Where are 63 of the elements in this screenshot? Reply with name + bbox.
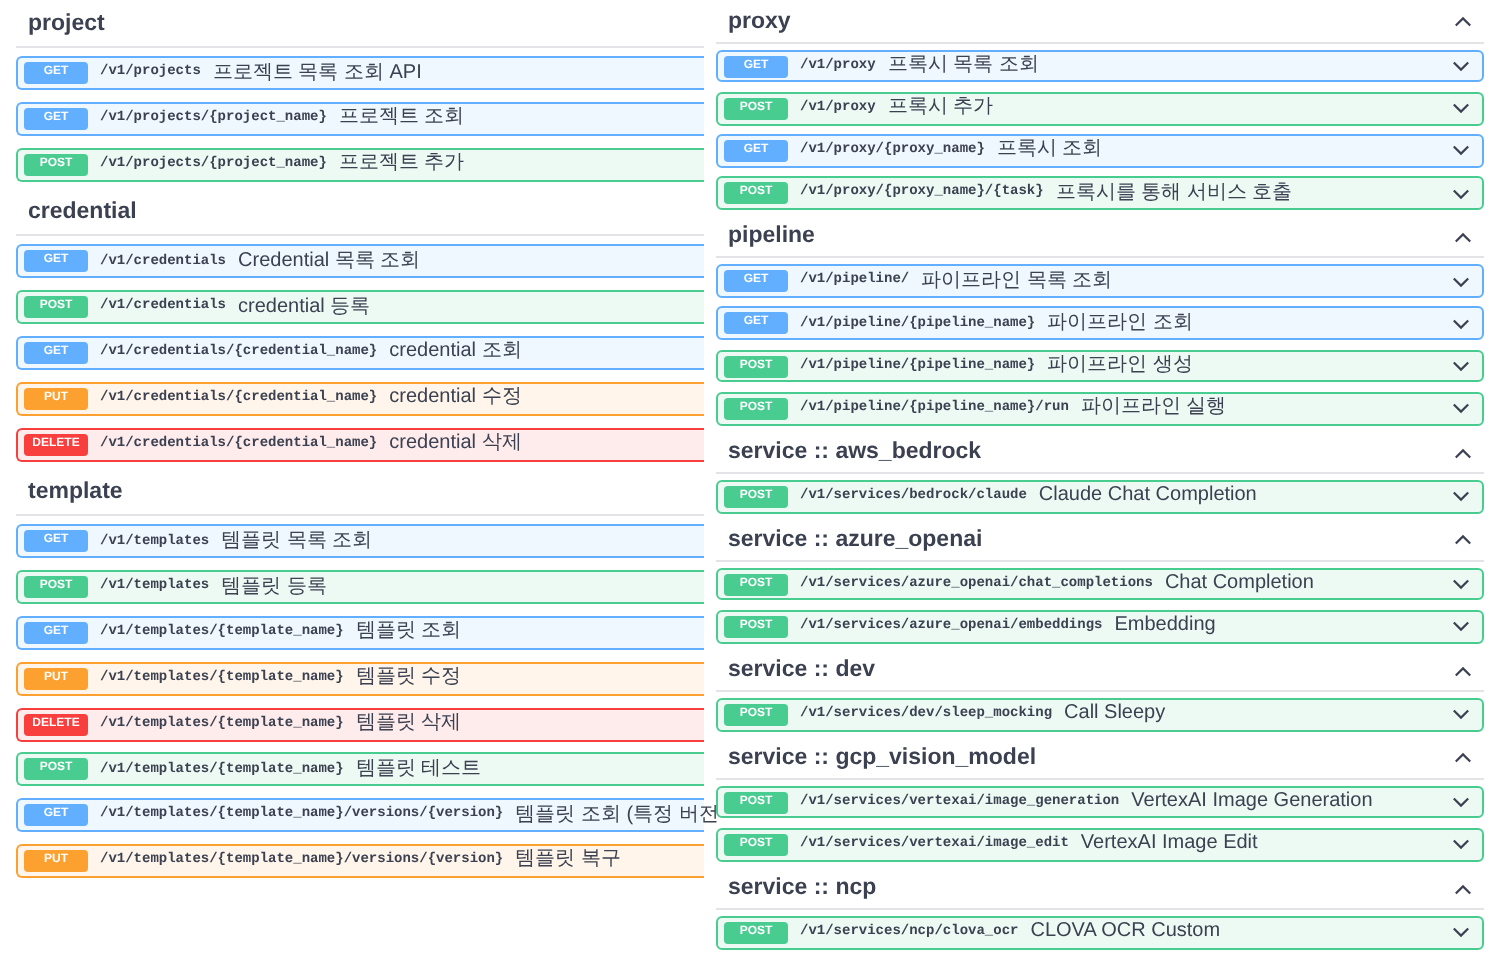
section-heading[interactable]: service :: aws_bedrock <box>728 435 982 471</box>
endpoint-summary: Credential 목록 조회 <box>238 251 423 272</box>
collapse-icon[interactable] <box>1454 16 1472 29</box>
endpoint-summary: 파이프라인 조회 <box>1047 313 1195 334</box>
expand-icon[interactable] <box>1452 187 1470 200</box>
endpoint-summary: 템플릿 조회 (특정 버전 <box>515 805 719 826</box>
section-heading[interactable]: proxy <box>728 5 791 40</box>
endpoint-summary: Call Sleepy <box>1064 704 1168 725</box>
section-heading[interactable]: template <box>28 476 123 511</box>
endpoint-summary: 템플릿 테스트 <box>355 759 484 780</box>
endpoint-summary: 템플릿 복구 <box>515 850 623 871</box>
endpoint-summary: CLOVA OCR Custom <box>1030 922 1223 943</box>
section-heading[interactable]: service :: dev <box>728 653 876 689</box>
endpoint-summary: 프록시를 통해 서비스 호출 <box>1055 183 1295 204</box>
endpoint-summary: 템플릿 등록 <box>221 577 329 598</box>
expand-icon[interactable] <box>1452 317 1470 330</box>
endpoint-summary: 템플릿 목록 조회 <box>221 531 375 552</box>
collapse-icon[interactable] <box>1454 447 1472 460</box>
expand-icon[interactable] <box>1452 578 1470 591</box>
section-heading[interactable]: credential <box>28 196 137 232</box>
expand-icon[interactable] <box>1452 360 1470 373</box>
expand-icon[interactable] <box>1452 620 1470 633</box>
endpoint-summary: VertexAI Image Edit <box>1080 834 1260 855</box>
endpoint-summary: 프로젝트 추가 <box>338 154 467 175</box>
collapse-icon[interactable] <box>1454 665 1472 678</box>
collapse-icon[interactable] <box>1454 752 1472 765</box>
section-heading[interactable]: service :: azure_openai <box>728 523 983 559</box>
endpoint-summary: 템플릿 삭제 <box>355 714 464 735</box>
expand-icon[interactable] <box>1452 796 1470 809</box>
endpoint-summary: 프록시 조회 <box>996 140 1105 161</box>
endpoint-summary: credential 조회 <box>389 342 524 363</box>
expand-icon[interactable] <box>1452 144 1470 157</box>
endpoint-summary: credential 삭제 <box>389 434 524 455</box>
expand-icon[interactable] <box>1452 708 1470 721</box>
expand-icon[interactable] <box>1452 60 1470 73</box>
endpoint-summary: Claude Chat Completion <box>1038 486 1259 507</box>
expand-icon[interactable] <box>1452 926 1470 939</box>
endpoint-summary: 템플릿 조회 <box>355 622 464 643</box>
expand-icon[interactable] <box>1452 490 1470 503</box>
collapse-icon[interactable] <box>1454 883 1472 896</box>
expand-icon[interactable] <box>1452 275 1470 288</box>
expand-icon[interactable] <box>1452 838 1470 851</box>
endpoint-summary: Chat Completion <box>1164 574 1316 595</box>
endpoint-summary: 파이프라인 실행 <box>1080 398 1229 419</box>
endpoint-summary: 프록시 목록 조회 <box>887 56 1041 77</box>
endpoint-summary: Embedding <box>1114 616 1218 637</box>
endpoint-summary: 파이프라인 생성 <box>1047 356 1195 377</box>
section-heading[interactable]: project <box>28 7 105 43</box>
expand-icon[interactable] <box>1452 102 1470 115</box>
endpoint-summary: 프로젝트 목록 조회 API <box>212 63 424 83</box>
endpoint-summary: 파이프라인 목록 조회 <box>921 271 1115 292</box>
section-heading[interactable]: service :: gcp_vision_model <box>728 741 1037 777</box>
section-heading[interactable]: pipeline <box>728 220 815 256</box>
collapse-icon[interactable] <box>1454 231 1472 244</box>
section-heading[interactable]: service :: ncp <box>728 871 877 907</box>
endpoint-summary: credential 등록 <box>238 297 373 318</box>
endpoint-summary: 프록시 추가 <box>887 98 996 119</box>
endpoint-summary: 프로젝트 조회 <box>338 108 467 129</box>
collapse-icon[interactable] <box>1454 534 1472 547</box>
endpoint-summary: VertexAI Image Generation <box>1131 792 1375 813</box>
expand-icon[interactable] <box>1452 402 1470 415</box>
endpoint-summary: credential 수정 <box>389 388 524 409</box>
endpoint-summary: 템플릿 수정 <box>355 668 464 689</box>
